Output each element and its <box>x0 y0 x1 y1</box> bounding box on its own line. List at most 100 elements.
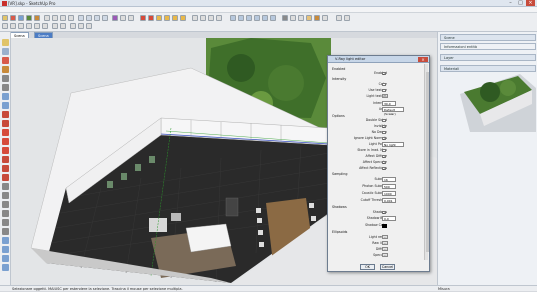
text-icon[interactable] <box>2 210 9 217</box>
ignore-normals-checkbox[interactable]: ✓ <box>382 136 386 141</box>
eraser-tool-icon[interactable] <box>10 15 16 21</box>
caustic-subdivs-input[interactable]: 1000 <box>382 191 396 196</box>
move-icon[interactable] <box>2 129 9 136</box>
enabled-checkbox[interactable]: ✓ <box>382 71 386 76</box>
zoom-window-icon[interactable] <box>2 264 9 271</box>
affect-reflections-checkbox[interactable]: ✓ <box>382 166 386 171</box>
line-icon[interactable] <box>2 75 9 82</box>
circle-icon[interactable] <box>2 102 9 109</box>
tray-scenes[interactable]: Scene <box>440 34 536 41</box>
ok-button[interactable]: OK <box>360 264 375 270</box>
position-camera-icon[interactable] <box>70 23 76 29</box>
light-portal-select[interactable]: No light <box>382 142 404 147</box>
no-decay-checkbox[interactable] <box>382 130 386 135</box>
use-texture-checkbox[interactable] <box>382 88 386 93</box>
tape-icon[interactable] <box>2 183 9 190</box>
push-pull-icon[interactable] <box>2 138 9 145</box>
paste-icon[interactable] <box>34 23 40 29</box>
vray-ies-light-icon[interactable] <box>180 15 186 21</box>
select-icon[interactable] <box>2 39 9 46</box>
component-icon[interactable] <box>192 15 198 21</box>
polygon-icon[interactable] <box>2 111 9 118</box>
rotate-tool-icon[interactable] <box>60 15 66 21</box>
top-view-icon[interactable] <box>238 15 244 21</box>
vray-light-icon[interactable] <box>156 15 162 21</box>
diffuse-button[interactable]: ... <box>382 247 388 252</box>
tray-materials[interactable]: Materiali <box>440 65 536 72</box>
push-pull-tool-icon[interactable] <box>44 15 50 21</box>
follow-me-icon[interactable] <box>2 156 9 163</box>
light-result-button[interactable]: ... <box>382 235 388 240</box>
cancel-button[interactable]: Cancel <box>380 264 395 270</box>
move-tool-icon[interactable] <box>52 15 58 21</box>
vray-spot-light-icon[interactable] <box>172 15 178 21</box>
fog-toggle-icon[interactable] <box>344 15 350 21</box>
offset-icon[interactable] <box>2 174 9 181</box>
orbit-tool-icon[interactable] <box>78 15 84 21</box>
text-tool-icon[interactable] <box>128 15 134 21</box>
dimension-icon[interactable] <box>2 192 9 199</box>
affect-specular-checkbox[interactable]: ✓ <box>382 160 386 165</box>
front-view-icon[interactable] <box>246 15 252 21</box>
delete-icon[interactable] <box>42 23 48 29</box>
affect-diffuse-checkbox[interactable]: ✓ <box>382 154 386 159</box>
right-view-icon[interactable] <box>254 15 260 21</box>
look-around-icon[interactable] <box>86 23 92 29</box>
vray-render-icon[interactable] <box>140 15 146 21</box>
shadow-toggle-icon[interactable] <box>336 15 342 21</box>
invisible-checkbox[interactable]: ✓ <box>382 124 386 129</box>
pan-icon[interactable] <box>2 246 9 253</box>
shadow-bias-input[interactable]: 0,0 <box>382 216 396 221</box>
redo-icon[interactable] <box>10 23 16 29</box>
specular-button[interactable]: ... <box>382 253 388 258</box>
copy-icon[interactable] <box>26 23 32 29</box>
make-component-icon[interactable] <box>2 48 9 55</box>
monochrome-style-icon[interactable] <box>322 15 328 21</box>
light-texture-button[interactable]: m <box>382 94 388 99</box>
paint-bucket-icon[interactable] <box>112 15 118 21</box>
photon-subdivs-input[interactable]: 500 <box>382 184 396 189</box>
circle-tool-icon[interactable] <box>34 15 40 21</box>
freehand-icon[interactable] <box>2 120 9 127</box>
shaded-style-icon[interactable] <box>306 15 312 21</box>
hidden-line-style-icon[interactable] <box>298 15 304 21</box>
color-swatch[interactable] <box>382 82 386 87</box>
vray-omni-light-icon[interactable] <box>164 15 170 21</box>
rotate-icon[interactable] <box>2 147 9 154</box>
raw-light-button[interactable]: ... <box>382 241 388 246</box>
rectangle-icon[interactable] <box>2 93 9 100</box>
textured-style-icon[interactable] <box>314 15 320 21</box>
double-sided-checkbox[interactable] <box>382 118 386 123</box>
axes-icon[interactable] <box>2 219 9 226</box>
vray-options-icon[interactable] <box>148 15 154 21</box>
next-view-icon[interactable] <box>60 23 66 29</box>
group-icon[interactable] <box>200 15 206 21</box>
select-tool-icon[interactable] <box>2 15 8 21</box>
scale-tool-icon[interactable] <box>68 15 74 21</box>
shadow-color-swatch[interactable] <box>382 223 387 228</box>
tape-measure-icon[interactable] <box>120 15 126 21</box>
intensity-input[interactable]: 30,0 <box>382 101 396 106</box>
section-plane-icon[interactable] <box>208 15 214 21</box>
left-view-icon[interactable] <box>270 15 276 21</box>
pan-tool-icon[interactable] <box>86 15 92 21</box>
dialog-close-button[interactable]: × <box>418 57 428 62</box>
iso-view-icon[interactable] <box>230 15 236 21</box>
rectangle-tool-icon[interactable] <box>26 15 32 21</box>
store-irradiance-checkbox[interactable] <box>382 148 386 153</box>
xray-style-icon[interactable] <box>282 15 288 21</box>
protractor-icon[interactable] <box>2 201 9 208</box>
minimize-button[interactable]: – <box>506 0 515 6</box>
walk-tool-icon[interactable] <box>78 23 84 29</box>
line-tool-icon[interactable] <box>18 15 24 21</box>
warehouse-icon[interactable] <box>216 15 222 21</box>
subdivs-input[interactable]: 16 <box>382 177 396 182</box>
orbit-icon[interactable] <box>2 237 9 244</box>
tray-layers[interactable]: Layer <box>440 54 536 61</box>
previous-view-icon[interactable] <box>52 23 58 29</box>
maximize-button[interactable]: □ <box>516 0 525 6</box>
eraser-icon[interactable] <box>2 57 9 64</box>
cut-icon[interactable] <box>18 23 24 29</box>
zoom-icon[interactable] <box>2 255 9 262</box>
3d-text-icon[interactable] <box>2 228 9 235</box>
